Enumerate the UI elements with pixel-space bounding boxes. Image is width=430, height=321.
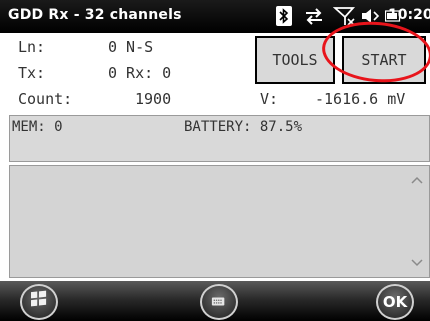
voltage-value: -1616.6 mV (315, 90, 406, 108)
ln-value: 0 N-S (108, 38, 154, 56)
clock[interactable]: 10:20 (388, 7, 430, 23)
battery-status: BATTERY: 87.5% (184, 119, 303, 135)
app-title: GDD Rx - 32 channels (8, 7, 182, 23)
tx-label: Tx: (18, 64, 46, 82)
scroll-down-icon[interactable] (411, 259, 423, 267)
count-value: 1900 (135, 90, 172, 108)
status-panel: MEM: 0 BATTERY: 87.5% (9, 115, 430, 162)
log-list[interactable] (9, 165, 430, 278)
ln-label: Ln: (18, 38, 46, 56)
soft-key-bar: OK (0, 281, 430, 321)
ok-label: OK (382, 293, 408, 311)
ok-button[interactable]: OK (376, 284, 414, 320)
bluetooth-icon[interactable] (276, 6, 292, 26)
voltage-label: V: (260, 90, 279, 108)
memory-status: MEM: 0 (12, 119, 63, 135)
start-menu-button[interactable] (20, 284, 58, 320)
keyboard-icon (211, 297, 225, 306)
tx-rx-value: 0 Rx: 0 (108, 64, 172, 82)
keyboard-button[interactable] (200, 284, 238, 320)
sync-icon[interactable] (303, 6, 325, 26)
count-label: Count: (18, 90, 73, 108)
scroll-up-icon[interactable] (411, 176, 423, 184)
windows-logo-icon (31, 290, 47, 307)
